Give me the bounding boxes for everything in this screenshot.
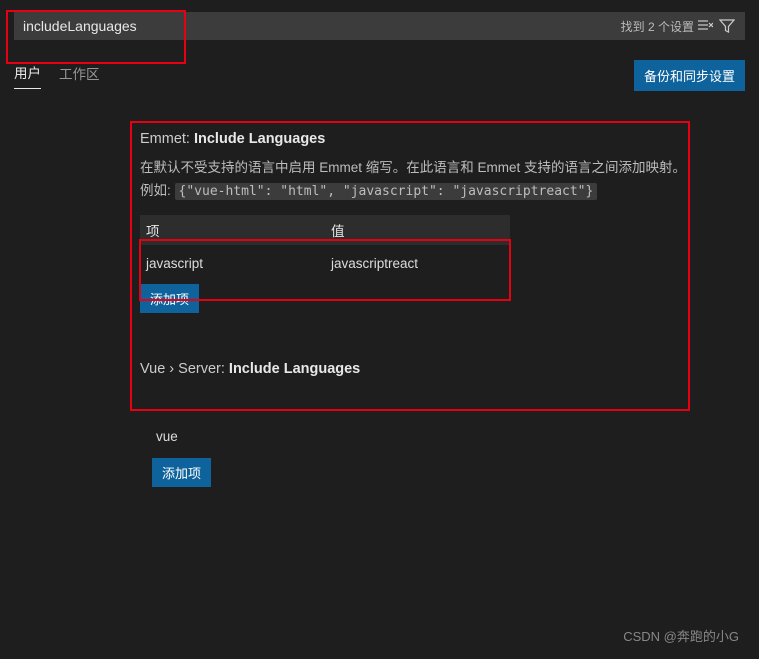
list-item[interactable]: vue xyxy=(152,429,747,444)
settings-scope-tabs: 用户 工作区 xyxy=(14,62,100,89)
tab-workspace[interactable]: 工作区 xyxy=(59,63,100,89)
tab-user[interactable]: 用户 xyxy=(14,62,41,89)
add-item-button-2[interactable]: 添加项 xyxy=(152,458,211,487)
kv-cell-value: javascriptreact xyxy=(325,251,510,276)
backup-sync-button[interactable]: 备份和同步设置 xyxy=(634,60,745,91)
clear-filter-icon[interactable] xyxy=(694,15,716,37)
setting-vue-server-include-languages: vue 添加项 xyxy=(140,429,747,487)
filter-icon[interactable] xyxy=(716,15,738,37)
setting-title-bold-2: Include Languages xyxy=(229,361,360,377)
desc-code-example: {"vue-html": "html", "javascript": "java… xyxy=(175,183,598,200)
setting-title: Emmet: Include Languages xyxy=(140,131,700,147)
table-row[interactable]: javascript javascriptreact xyxy=(140,245,510,280)
watermark: CSDN @奔跑的小G xyxy=(623,626,739,645)
settings-search-input[interactable] xyxy=(23,18,615,34)
kv-table-header: 项 值 xyxy=(140,215,510,245)
setting-vue-server-include-languages-title: Vue › Server: Include Languages xyxy=(140,361,700,377)
setting-title-bold: Include Languages xyxy=(194,131,325,147)
add-item-button[interactable]: 添加项 xyxy=(140,284,199,313)
kv-table: 项 值 javascript javascriptreact xyxy=(140,215,510,280)
setting-title-prefix-2: Vue › Server: xyxy=(140,361,229,377)
kv-cell-key: javascript xyxy=(140,251,325,276)
setting-title-prefix: Emmet: xyxy=(140,131,194,147)
settings-search-wrap[interactable]: 找到 2 个设置 xyxy=(14,12,745,40)
setting-description: 在默认不受支持的语言中启用 Emmet 缩写。在此语言和 Emmet 支持的语言… xyxy=(140,157,700,203)
setting-emmet-include-languages: Emmet: Include Languages 在默认不受支持的语言中启用 E… xyxy=(140,131,700,395)
search-result-count: 找到 2 个设置 xyxy=(621,18,694,35)
kv-head-value: 值 xyxy=(325,215,510,245)
kv-head-key: 项 xyxy=(140,215,325,245)
